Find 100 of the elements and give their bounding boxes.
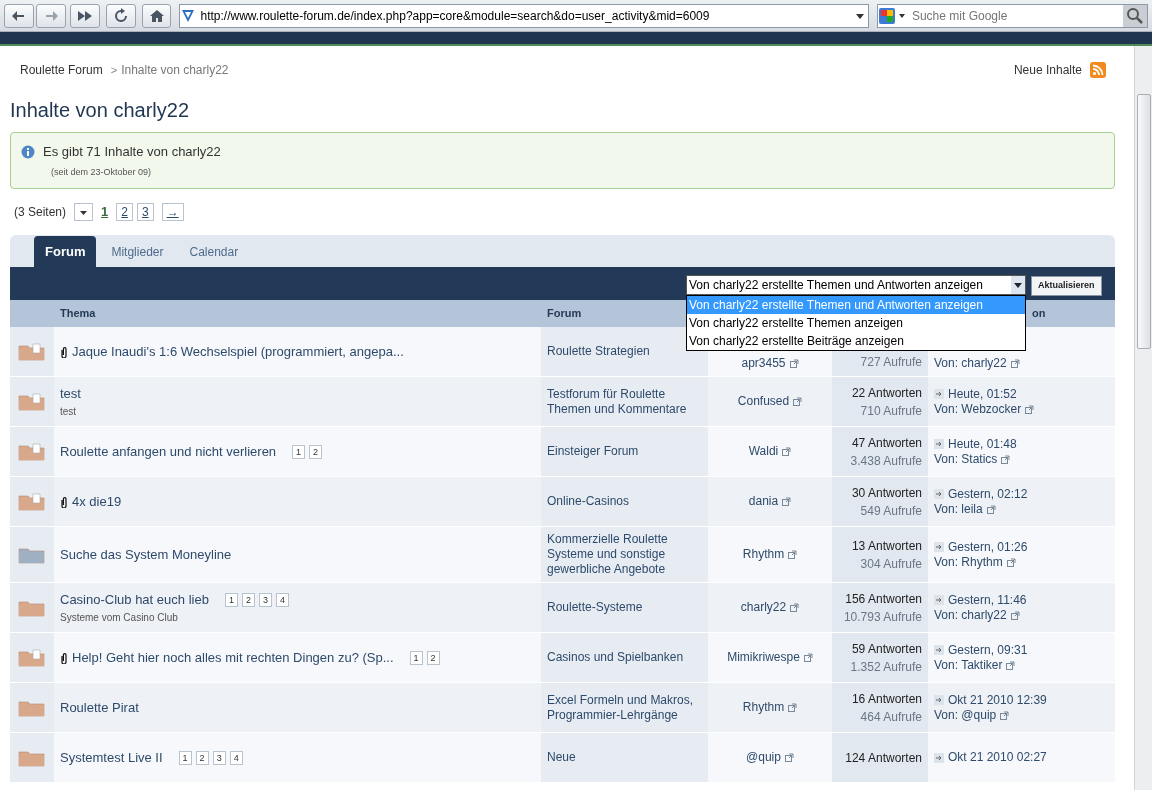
last-post-link[interactable]: Gestern, 09:31 <box>948 642 1028 658</box>
page-jump-button[interactable] <box>74 203 94 221</box>
tab[interactable]: Forum <box>34 235 97 267</box>
page-link[interactable]: 1 <box>97 202 113 222</box>
home-icon <box>148 7 165 24</box>
info-since: (seit dem 23-Oktober 09) <box>51 165 153 179</box>
last-post-link[interactable]: Heute, 01:52 <box>948 386 1017 402</box>
tab[interactable]: Mitglieder <box>100 237 175 267</box>
search-box[interactable]: Suche mit Google <box>876 3 1148 28</box>
link-icon <box>789 359 799 368</box>
link-icon <box>1010 610 1020 620</box>
last-post-link[interactable]: Okt 21 2010 02:27 <box>948 750 1047 765</box>
breadcrumb-separator: > <box>110 62 118 78</box>
back-button[interactable] <box>4 3 34 28</box>
last-poster: Von: Statics <box>934 451 998 467</box>
topic-link[interactable]: Systemtest Live II <box>60 747 163 768</box>
rss-icon[interactable] <box>1090 62 1106 78</box>
topic-link[interactable]: Roulette anfangen und nicht verlieren <box>60 441 277 462</box>
author-link[interactable]: Waldi <box>748 444 779 459</box>
last-poster: Von: charly22 <box>934 607 1007 623</box>
home-button[interactable] <box>141 3 172 28</box>
arrow-icon[interactable] <box>934 489 944 499</box>
dropdown-option[interactable]: Von charly22 erstellte Themen anzeigen <box>687 314 1025 332</box>
arrow-icon[interactable] <box>934 439 944 449</box>
link-icon <box>1000 710 1010 720</box>
last-poster: Von: Webzocker <box>934 401 1022 417</box>
page-link[interactable]: 2 <box>426 650 440 665</box>
page-link[interactable]: 1 <box>224 593 238 607</box>
page-link[interactable]: 2 <box>195 750 209 765</box>
page-link[interactable]: 3 <box>136 203 154 221</box>
reply-count: 59 Antworten <box>851 640 922 658</box>
last-post-link[interactable]: Heute, 01:48 <box>948 436 1017 452</box>
view-count: 304 Aufrufe <box>860 555 922 573</box>
filter-dropdown[interactable]: Von charly22 erstellte Themen und Antworten anzeigen <box>686 275 1026 295</box>
author-link[interactable]: Rhythm <box>742 700 785 715</box>
reply-count: 47 Antworten <box>851 434 922 452</box>
topic-link[interactable]: Roulette Pirat <box>60 697 139 718</box>
view-count: 464 Aufrufe <box>860 708 922 726</box>
reply-count: 30 Antworten <box>851 484 922 502</box>
last-post-link[interactable]: Okt 21 2010 12:39 <box>948 692 1047 708</box>
page-link[interactable]: 2 <box>309 444 323 459</box>
page-heading: Inhalte von charly22 <box>10 98 190 122</box>
page-link[interactable]: 1 <box>292 444 306 459</box>
info-icon <box>21 144 35 159</box>
page-link[interactable]: 2 <box>116 203 133 221</box>
last-poster: Von: Taktiker <box>934 657 1003 673</box>
link-icon <box>1025 404 1035 414</box>
topic-link[interactable]: test <box>60 384 81 404</box>
scrollbar[interactable] <box>1134 46 1152 790</box>
topic-link[interactable]: Suche das System Moneyline <box>60 544 232 565</box>
arrow-icon[interactable] <box>934 542 944 552</box>
last-post-link[interactable]: Gestern, 11:46 <box>948 592 1027 608</box>
search-engine-icon[interactable] <box>877 5 908 26</box>
page-link[interactable]: 4 <box>229 750 243 765</box>
arrow-icon[interactable] <box>934 645 944 655</box>
arrow-icon[interactable] <box>934 389 944 399</box>
reply-count: 22 Antworten <box>851 384 922 402</box>
view-count: 10.793 Aufrufe <box>843 608 922 626</box>
author-link[interactable]: Mimikriwespe <box>727 650 800 665</box>
link-icon <box>788 550 798 559</box>
last-post-link[interactable]: Gestern, 01:26 <box>948 539 1028 555</box>
dropdown-option[interactable]: Von charly22 erstellte Beiträge anzeigen <box>687 332 1025 350</box>
address-bar[interactable]: http://www.roulette-forum.de/index.php?app=core&module=search&do=user_activity&mid=6009 <box>179 3 869 28</box>
author-link[interactable]: apr3455 <box>741 356 786 371</box>
last-poster: Von: Rhythm <box>934 554 1003 570</box>
page-link[interactable]: 3 <box>258 593 272 607</box>
page-link[interactable]: 1 <box>409 650 423 665</box>
new-content-link[interactable]: Neue Inhalte <box>1013 61 1082 79</box>
author-link[interactable]: Rhythm <box>742 547 785 562</box>
arrow-icon[interactable] <box>934 595 944 605</box>
arrow-icon[interactable] <box>934 695 944 705</box>
reload-button[interactable] <box>105 3 136 28</box>
author-link[interactable]: dania <box>748 494 779 509</box>
next-page-link[interactable]: → <box>161 203 184 221</box>
last-poster: Von: @quip <box>934 707 997 723</box>
update-button[interactable]: Aktualisieren <box>1031 276 1102 296</box>
page-link[interactable]: 4 <box>275 593 289 607</box>
link-icon <box>793 397 803 406</box>
last-post-link[interactable]: Gestern, 02:12 <box>948 486 1028 502</box>
link-icon <box>1001 454 1011 464</box>
link-icon <box>784 753 794 762</box>
column-header: Forum <box>547 306 582 322</box>
topic-link[interactable]: Help! Geht hier noch alles mit rechten Dingen zu? (Sp... <box>72 647 394 668</box>
search-icon[interactable] <box>1122 4 1147 27</box>
author-link[interactable]: Confused <box>737 394 790 409</box>
topic-link[interactable]: Casino-Club hat euch lieb <box>60 590 209 610</box>
topic-link[interactable]: 4x die19 <box>72 491 122 512</box>
scroll-thumb[interactable] <box>1136 94 1151 349</box>
page-link[interactable]: 2 <box>241 593 255 607</box>
page-link[interactable]: 3 <box>212 750 226 765</box>
breadcrumb-link[interactable]: Roulette Forum <box>20 61 103 79</box>
topic-description: test <box>60 404 78 419</box>
author-link[interactable]: @quip <box>746 750 781 765</box>
fast-forward-button[interactable] <box>69 3 100 28</box>
page-link[interactable]: 1 <box>178 750 192 765</box>
author-link[interactable]: charly22 <box>740 600 787 615</box>
tab[interactable]: Calendar <box>178 237 250 267</box>
view-count: 1.352 Aufrufe <box>850 658 922 676</box>
arrow-icon[interactable] <box>934 752 944 763</box>
reply-count: 13 Antworten <box>851 537 922 555</box>
